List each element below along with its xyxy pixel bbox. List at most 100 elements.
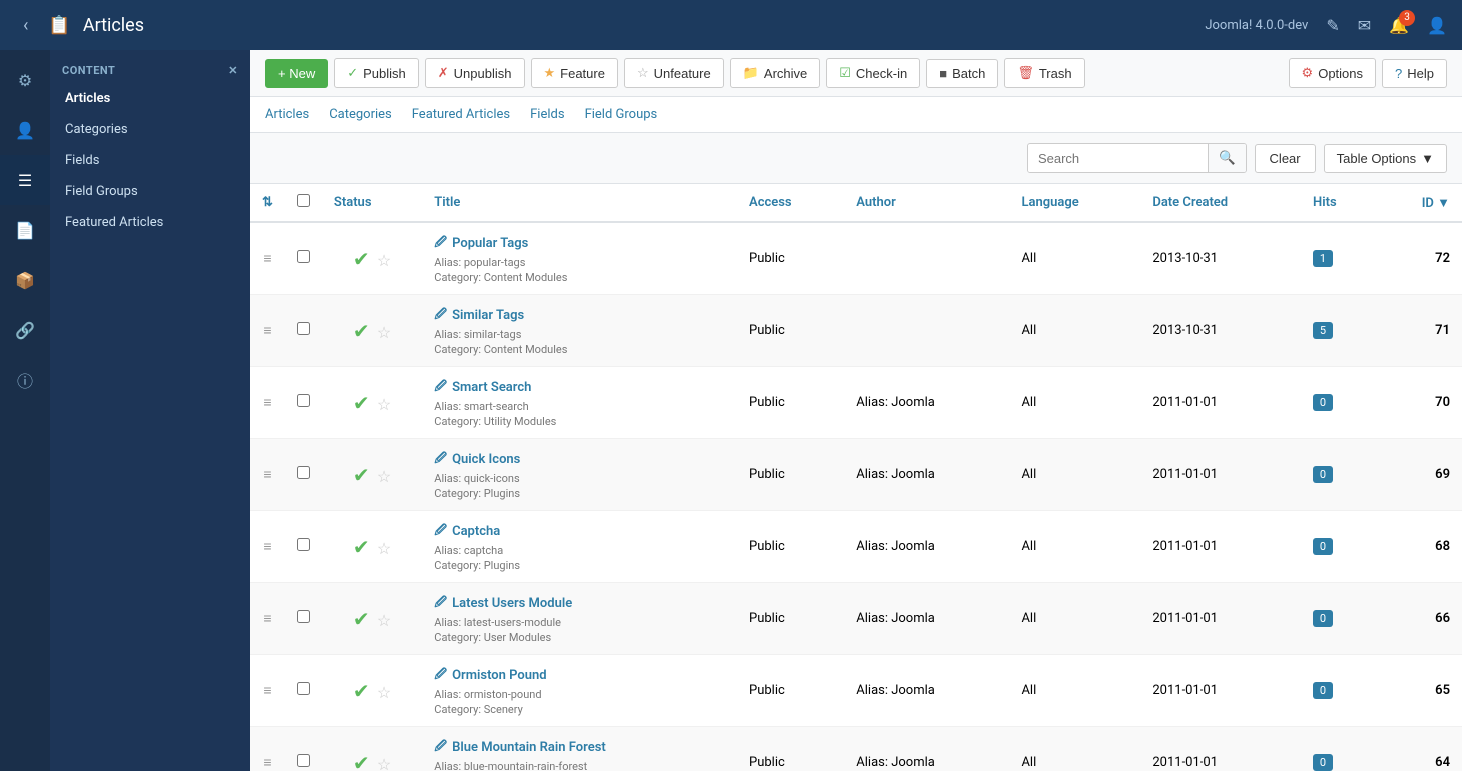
subnav-field-groups[interactable]: Field Groups (585, 107, 658, 122)
search-input[interactable] (1028, 145, 1208, 172)
hits-badge[interactable]: 0 (1313, 682, 1333, 699)
batch-button[interactable]: ■ Batch (926, 59, 998, 88)
featured-star-icon[interactable]: ☆ (377, 251, 391, 270)
search-button[interactable]: 🔍 (1208, 144, 1246, 172)
featured-star-icon[interactable]: ☆ (377, 683, 391, 702)
drag-handle[interactable]: ≡ (250, 655, 285, 727)
sidebar-icon-extensions[interactable]: 📦 (0, 255, 50, 305)
options-button[interactable]: ⚙ Options (1289, 58, 1376, 88)
sidebar-item-featured-articles[interactable]: Featured Articles (50, 207, 250, 238)
checkbox-col-header[interactable] (285, 184, 322, 222)
date-col-header[interactable]: Date Created (1140, 184, 1301, 222)
archive-button[interactable]: 📁 Archive (730, 58, 821, 88)
row-checkbox[interactable] (285, 655, 322, 727)
sidebar-icon-components[interactable]: 🔗 (0, 305, 50, 355)
hits-badge[interactable]: 0 (1313, 394, 1333, 411)
sidebar-icon-info[interactable]: ⓘ (0, 355, 50, 405)
article-title-link[interactable]: 🖉 Ormiston Pound (434, 665, 725, 686)
sidebar-close-icon[interactable]: ✕ (228, 64, 238, 77)
featured-star-icon[interactable]: ☆ (377, 611, 391, 630)
language-col-header[interactable]: Language (1009, 184, 1140, 222)
sidebar-icon-media[interactable]: 📄 (0, 205, 50, 255)
drag-handle[interactable]: ≡ (250, 222, 285, 295)
sidebar-item-field-groups[interactable]: Field Groups (50, 176, 250, 207)
hits-badge[interactable]: 0 (1313, 754, 1333, 771)
sidebar-item-fields[interactable]: Fields (50, 145, 250, 176)
featured-star-icon[interactable]: ☆ (377, 539, 391, 558)
hits-col-header[interactable]: Hits (1301, 184, 1378, 222)
row-checkbox[interactable] (285, 295, 322, 367)
hits-badge[interactable]: 0 (1313, 610, 1333, 627)
table-options-button[interactable]: Table Options ▼ (1324, 144, 1447, 173)
featured-star-icon[interactable]: ☆ (377, 755, 391, 771)
hits-cell: 1 (1301, 222, 1378, 295)
row-checkbox[interactable] (285, 367, 322, 439)
subnav-featured-articles[interactable]: Featured Articles (412, 107, 510, 122)
mail-icon[interactable]: ✉ (1358, 16, 1371, 35)
unfeature-button[interactable]: ☆ Unfeature (624, 58, 724, 88)
drag-handle[interactable]: ≡ (250, 295, 285, 367)
sidebar-item-articles[interactable]: Articles (50, 83, 250, 114)
access-col-header[interactable]: Access (737, 184, 844, 222)
featured-star-icon[interactable]: ☆ (377, 323, 391, 342)
drag-handle[interactable]: ≡ (250, 367, 285, 439)
featured-star-icon[interactable]: ☆ (377, 467, 391, 486)
status-published-icon[interactable]: ✔ (353, 607, 370, 631)
bell-icon[interactable]: 🔔 3 (1389, 16, 1409, 35)
hits-badge[interactable]: 0 (1313, 466, 1333, 483)
sidebar-icon-users[interactable]: 👤 (0, 105, 50, 155)
article-title-link[interactable]: 🖉 Quick Icons (434, 449, 725, 470)
hits-badge[interactable]: 0 (1313, 538, 1333, 555)
drag-handle[interactable]: ≡ (250, 727, 285, 771)
hits-cell: 0 (1301, 367, 1378, 439)
drag-handle[interactable]: ≡ (250, 511, 285, 583)
sidebar-item-categories[interactable]: Categories (50, 114, 250, 145)
id-col-header[interactable]: ID ▼ (1378, 184, 1462, 222)
unpublish-button[interactable]: ✗ Unpublish (425, 58, 525, 88)
help-button[interactable]: ? Help (1382, 59, 1447, 88)
row-checkbox[interactable] (285, 222, 322, 295)
hits-badge[interactable]: 5 (1313, 322, 1333, 339)
row-checkbox[interactable] (285, 439, 322, 511)
author-col-header[interactable]: Author (844, 184, 1009, 222)
featured-star-icon[interactable]: ☆ (377, 395, 391, 414)
sort-col-header[interactable]: ⇅ (250, 184, 285, 222)
article-title-link[interactable]: 🖉 Popular Tags (434, 233, 725, 254)
sidebar-icon-content[interactable]: ☰ (0, 155, 50, 205)
trash-button[interactable]: 🗑 Trash (1004, 58, 1084, 88)
sidebar-icon-settings[interactable]: ⚙ (0, 55, 50, 105)
status-published-icon[interactable]: ✔ (353, 535, 370, 559)
status-published-icon[interactable]: ✔ (353, 391, 370, 415)
article-title-link[interactable]: 🖉 Similar Tags (434, 305, 725, 326)
new-button[interactable]: + New (265, 59, 328, 88)
back-button[interactable]: ‹ (15, 11, 36, 40)
title-col-header[interactable]: Title (422, 184, 737, 222)
article-title-link[interactable]: 🖉 Captcha (434, 521, 725, 542)
row-checkbox[interactable] (285, 511, 322, 583)
edit-icon[interactable]: ✎ (1326, 16, 1339, 35)
date-cell: 2013-10-31 (1140, 222, 1301, 295)
article-title-link[interactable]: 🖉 Smart Search (434, 377, 725, 398)
drag-handle[interactable]: ≡ (250, 439, 285, 511)
status-col-header[interactable]: Status (322, 184, 422, 222)
hits-badge[interactable]: 1 (1313, 250, 1333, 267)
checkin-button[interactable]: ☑ Check-in (826, 58, 920, 88)
row-checkbox[interactable] (285, 583, 322, 655)
status-published-icon[interactable]: ✔ (353, 463, 370, 487)
status-published-icon[interactable]: ✔ (353, 679, 370, 703)
row-checkbox[interactable] (285, 727, 322, 771)
status-published-icon[interactable]: ✔ (353, 319, 370, 343)
status-published-icon[interactable]: ✔ (353, 751, 370, 771)
clear-button[interactable]: Clear (1255, 144, 1316, 173)
select-all-checkbox[interactable] (297, 194, 310, 207)
feature-button[interactable]: ★ Feature (531, 58, 618, 88)
article-title-link[interactable]: 🖉 Blue Mountain Rain Forest (434, 737, 725, 758)
subnav-fields[interactable]: Fields (530, 107, 564, 122)
status-published-icon[interactable]: ✔ (353, 247, 370, 271)
subnav-articles[interactable]: Articles (265, 107, 309, 122)
publish-button[interactable]: ✓ Publish (334, 58, 419, 88)
user-icon[interactable]: 👤 (1427, 16, 1447, 35)
subnav-categories[interactable]: Categories (329, 107, 392, 122)
article-title-link[interactable]: 🖉 Latest Users Module (434, 593, 725, 614)
drag-handle[interactable]: ≡ (250, 583, 285, 655)
